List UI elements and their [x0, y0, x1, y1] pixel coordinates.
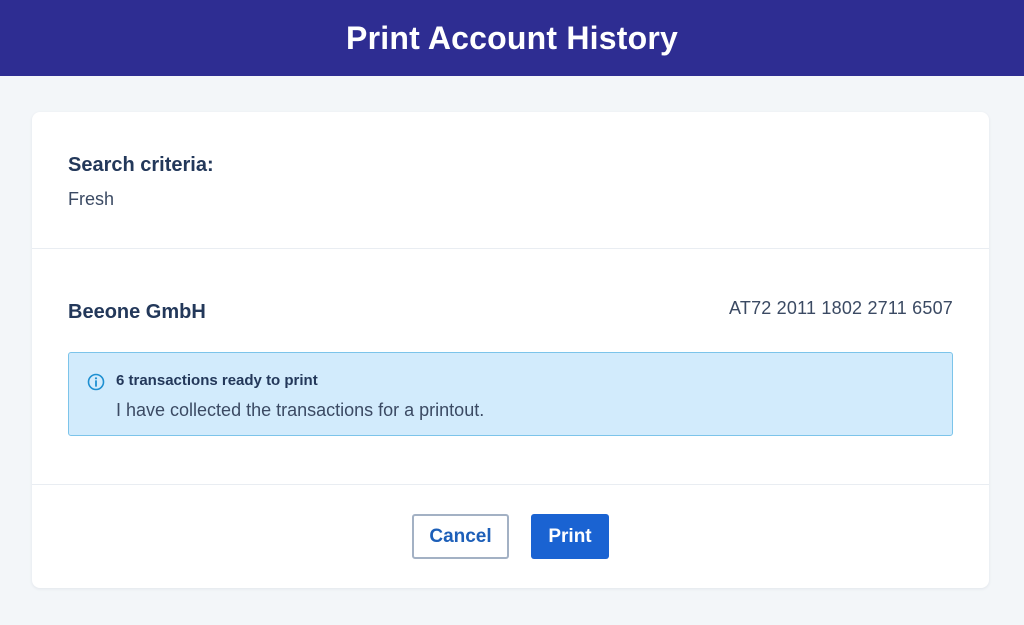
search-criteria-label: Search criteria: [68, 154, 214, 176]
print-button[interactable]: Print [531, 514, 609, 559]
account-section: Beeone GmbH AT72 2011 1802 2711 6507 6 t… [32, 249, 989, 485]
info-text: I have collected the transactions for a … [116, 400, 485, 420]
account-iban: AT72 2011 1802 2711 6507 [729, 298, 953, 318]
info-title: 6 transactions ready to print [116, 372, 318, 389]
cancel-button[interactable]: Cancel [412, 514, 509, 559]
info-notice: 6 transactions ready to print I have col… [68, 352, 953, 436]
print-dialog-card: Search criteria: Fresh Beeone GmbH AT72 … [32, 112, 989, 588]
page-header: Print Account History [0, 0, 1024, 76]
page-title: Print Account History [346, 19, 678, 56]
search-criteria-value: Fresh [68, 189, 115, 209]
search-criteria-section: Search criteria: Fresh [32, 112, 989, 249]
account-name: Beeone GmbH [68, 301, 206, 323]
info-icon [87, 373, 105, 391]
